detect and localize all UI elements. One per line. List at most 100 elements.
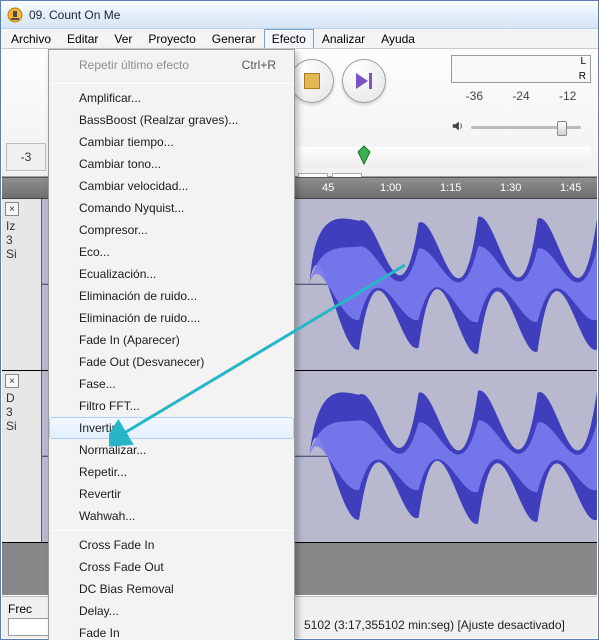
menuitem-label: Repetir...	[79, 465, 127, 479]
menuitem-wahwah[interactable]: Wahwah...	[49, 505, 294, 527]
meter-tick: -12	[559, 89, 576, 103]
menuitem-comando-nyquist[interactable]: Comando Nyquist...	[49, 197, 294, 219]
menuitem-label: DC Bias Removal	[79, 582, 174, 596]
timeline-tick: 1:45	[560, 178, 581, 198]
track-header-lines: D 3 Si	[6, 391, 17, 433]
menu-ayuda[interactable]: Ayuda	[373, 29, 423, 48]
menuitem-label: Cambiar velocidad...	[79, 179, 188, 193]
skip-end-button[interactable]	[342, 59, 386, 103]
menuitem-repetir[interactable]: Repetir...	[49, 461, 294, 483]
meter-tick: -36	[466, 89, 483, 103]
menu-analizar[interactable]: Analizar	[314, 29, 373, 48]
track-header-line: 3	[6, 405, 17, 419]
effect-dropdown: Repetir último efecto Ctrl+R Amplificar.…	[48, 49, 295, 640]
track-close-button[interactable]: ×	[5, 202, 19, 216]
timeline-tick: 1:15	[440, 178, 461, 198]
menuitem-label: Cross Fade In	[79, 538, 154, 552]
track-header-line: D	[6, 391, 17, 405]
menu-generar[interactable]: Generar	[204, 29, 264, 48]
menuitem-label: Ecualización...	[79, 267, 156, 281]
menubar: Archivo Editar Ver Proyecto Generar Efec…	[1, 29, 598, 49]
menuitem-fase[interactable]: Fase...	[49, 373, 294, 395]
timeline-tick: 45	[322, 178, 334, 198]
db-indicator-value: -3	[21, 150, 32, 164]
timeline-tick: 1:00	[380, 178, 401, 198]
menuitem-label: Fade Out (Desvanecer)	[79, 355, 204, 369]
menu-ver[interactable]: Ver	[106, 29, 140, 48]
playhead-pin-icon[interactable]	[356, 145, 372, 165]
output-volume-slider[interactable]	[471, 126, 581, 129]
menuitem-label: Cambiar tono...	[79, 157, 161, 171]
menu-archivo[interactable]: Archivo	[3, 29, 59, 48]
menuitem-eliminaci-n-de-ruido[interactable]: Eliminación de ruido...	[49, 285, 294, 307]
menuitem-label: Eliminación de ruido....	[79, 311, 200, 325]
track-header[interactable]: × Iz 3 Si	[2, 199, 42, 370]
project-rate-label: Frec	[8, 602, 32, 616]
menuitem-invertir[interactable]: Invertir	[49, 417, 294, 439]
menuitem-label: Comando Nyquist...	[79, 201, 184, 215]
menu-separator	[51, 530, 292, 531]
volume-row	[451, 107, 591, 147]
menuitem-dc-bias-removal[interactable]: DC Bias Removal	[49, 578, 294, 600]
menuitem-ecualizaci-n[interactable]: Ecualización...	[49, 263, 294, 285]
stop-button[interactable]	[290, 59, 334, 103]
timeline-tick: 1:30	[500, 178, 521, 198]
track-close-button[interactable]: ×	[5, 374, 19, 388]
menu-editar[interactable]: Editar	[59, 29, 106, 48]
menuitem-fade-out-desvanecer[interactable]: Fade Out (Desvanecer)	[49, 351, 294, 373]
menuitem-label: Normalizar...	[79, 443, 146, 457]
menuitem-label: Fade In (Aparecer)	[79, 333, 180, 347]
menuitem-filtro-fft[interactable]: Filtro FFT...	[49, 395, 294, 417]
menuitem-repeat-last-effect: Repetir último efecto Ctrl+R	[49, 54, 294, 76]
menuitem-eliminaci-n-de-ruido[interactable]: Eliminación de ruido....	[49, 307, 294, 329]
menu-proyecto[interactable]: Proyecto	[140, 29, 203, 48]
menuitem-delay[interactable]: Delay...	[49, 600, 294, 622]
track-header-line: Si	[6, 419, 17, 433]
menuitem-cross-fade-in[interactable]: Cross Fade In	[49, 534, 294, 556]
menuitem-compresor[interactable]: Compresor...	[49, 219, 294, 241]
titlebar: 09. Count On Me	[1, 1, 598, 29]
app-window: 09. Count On Me Archivo Editar Ver Proye…	[0, 0, 599, 640]
menuitem-label: BassBoost (Realzar graves)...	[79, 113, 238, 127]
menuitem-accel: Ctrl+R	[242, 54, 276, 76]
level-meter: L R	[451, 55, 591, 83]
menu-separator	[51, 83, 292, 84]
meter-R-label: R	[579, 71, 586, 82]
menuitem-revertir[interactable]: Revertir	[49, 483, 294, 505]
menuitem-bassboost-realzar-graves[interactable]: BassBoost (Realzar graves)...	[49, 109, 294, 131]
menuitem-amplificar[interactable]: Amplificar...	[49, 87, 294, 109]
menuitem-label: Fade In	[79, 626, 120, 640]
menuitem-label: Compresor...	[79, 223, 148, 237]
menuitem-label: Cross Fade Out	[79, 560, 164, 574]
menuitem-label: Delay...	[79, 604, 119, 618]
selection-info: 5102 (3:17,355102 min:seg) [Ajuste desac…	[304, 618, 565, 634]
menuitem-cross-fade-out[interactable]: Cross Fade Out	[49, 556, 294, 578]
menuitem-label: Eliminación de ruido...	[79, 289, 197, 303]
db-indicator: -3	[6, 143, 46, 171]
menuitem-fade-in-aparecer[interactable]: Fade In (Aparecer)	[49, 329, 294, 351]
menuitem-eco[interactable]: Eco...	[49, 241, 294, 263]
menu-efecto[interactable]: Efecto	[264, 29, 314, 48]
menuitem-cambiar-tiempo[interactable]: Cambiar tiempo...	[49, 131, 294, 153]
track-header-lines: Iz 3 Si	[6, 219, 17, 261]
track-header[interactable]: × D 3 Si	[2, 371, 42, 542]
menuitem-label: Amplificar...	[79, 91, 141, 105]
track-header-line: Si	[6, 247, 17, 261]
app-icon	[7, 7, 23, 23]
meter-scale: -36 -24 -12	[451, 89, 591, 103]
menuitem-fade-in[interactable]: Fade In	[49, 622, 294, 640]
menuitem-label: Filtro FFT...	[79, 399, 140, 413]
track-header-line: Iz	[6, 219, 17, 233]
window-title: 09. Count On Me	[29, 8, 120, 22]
menuitem-normalizar[interactable]: Normalizar...	[49, 439, 294, 461]
menuitem-label: Eco...	[79, 245, 110, 259]
menuitem-label: Repetir último efecto	[79, 58, 189, 72]
meter-L-label: L	[580, 56, 586, 67]
menuitem-label: Cambiar tiempo...	[79, 135, 174, 149]
transport-controls	[290, 59, 386, 103]
meter-tick: -24	[512, 89, 529, 103]
menuitem-cambiar-velocidad[interactable]: Cambiar velocidad...	[49, 175, 294, 197]
track-header-line: 3	[6, 233, 17, 247]
menuitem-cambiar-tono[interactable]: Cambiar tono...	[49, 153, 294, 175]
menuitem-label: Fase...	[79, 377, 116, 391]
